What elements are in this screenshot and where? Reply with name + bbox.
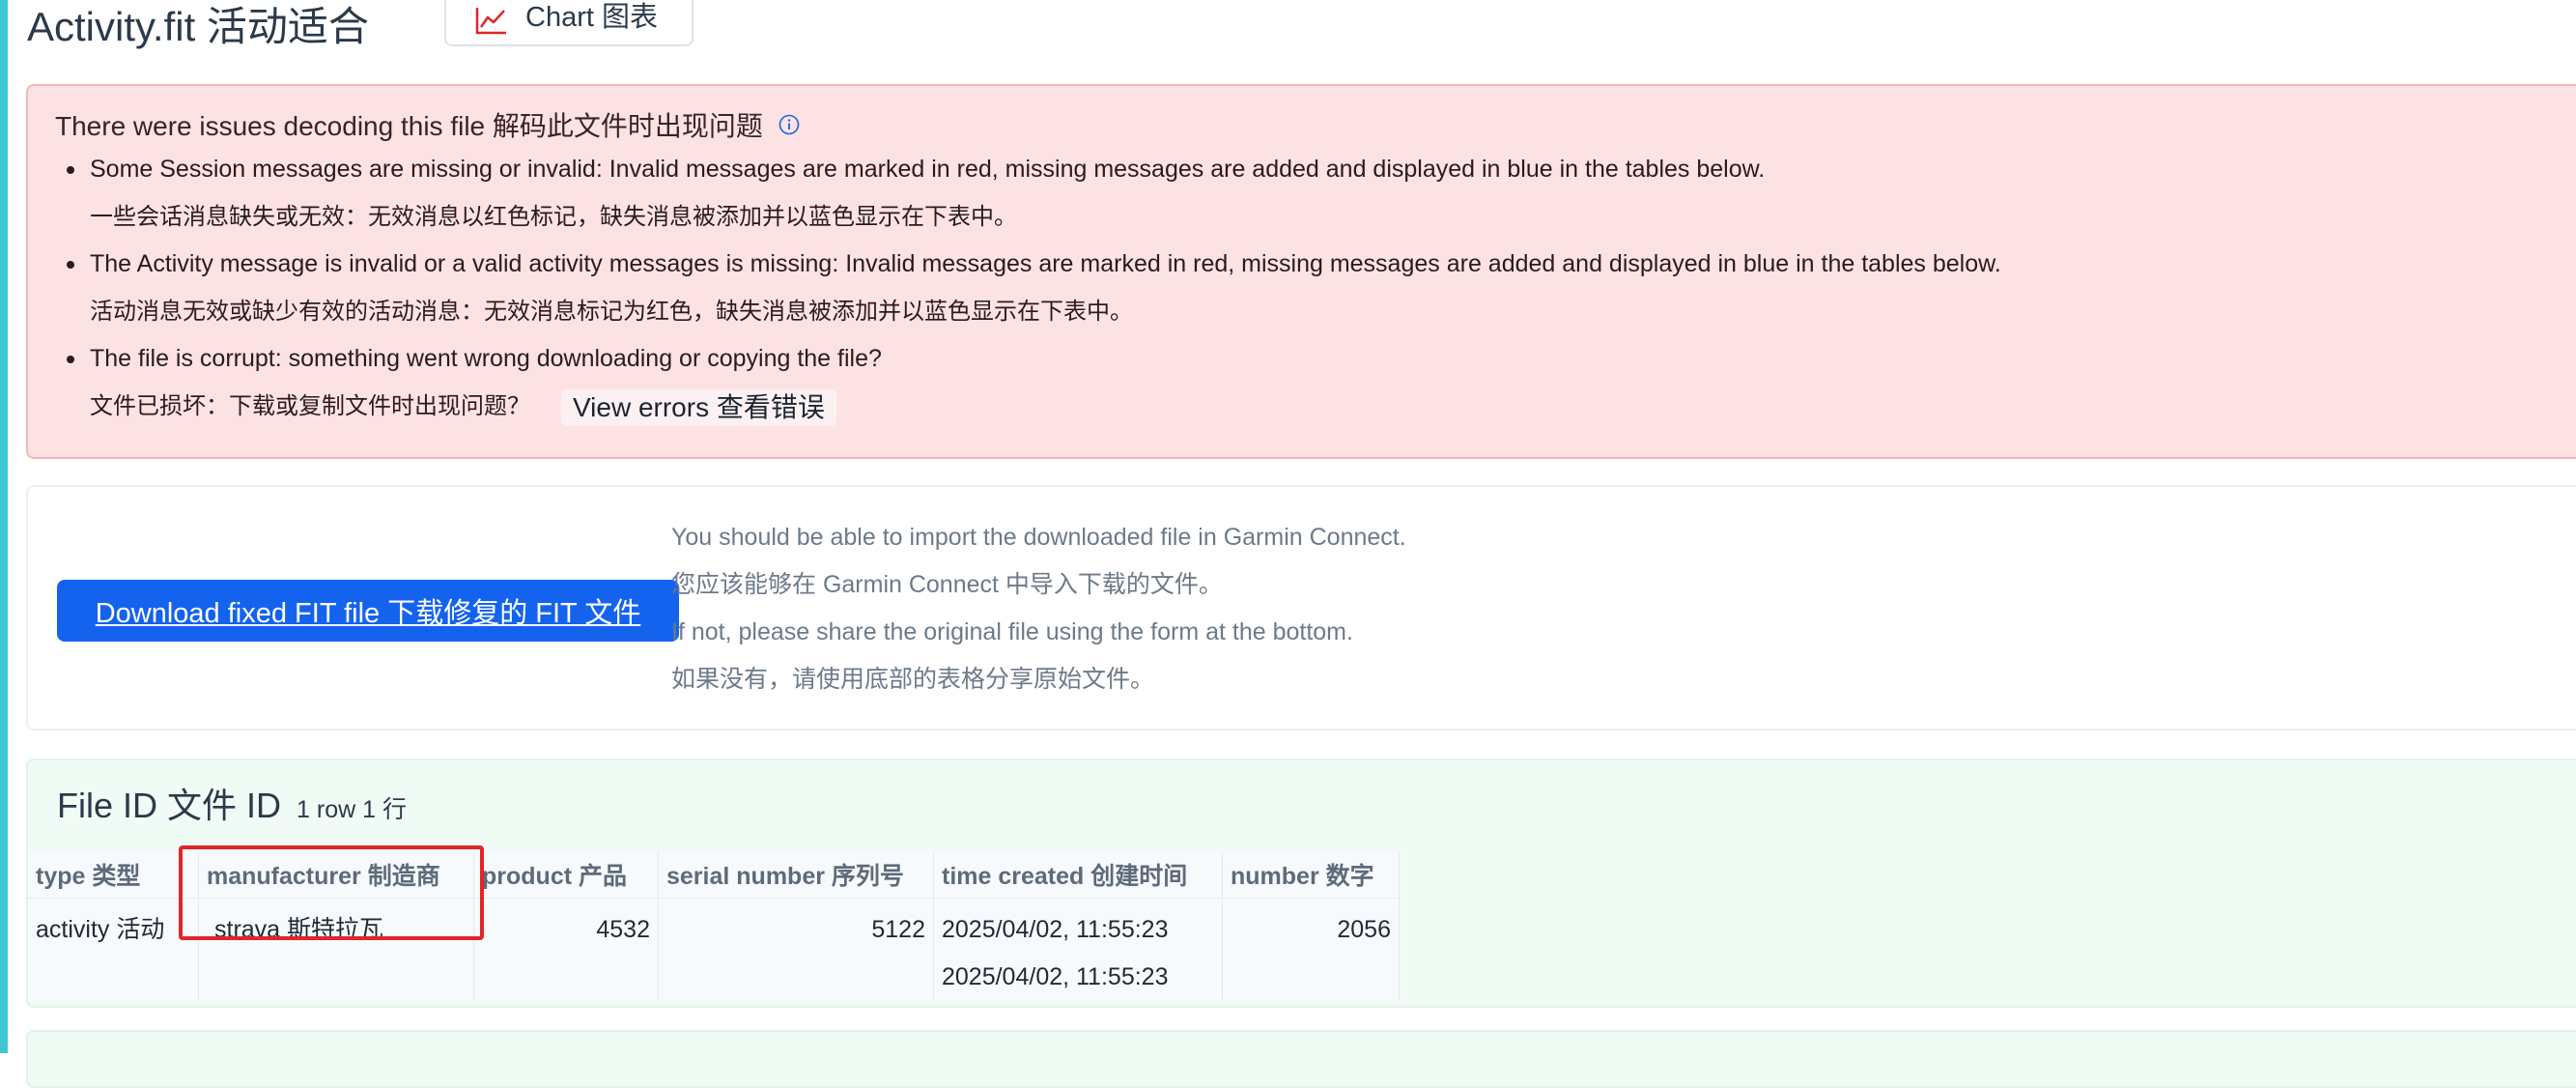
left-accent-stripe: [0, 0, 8, 1053]
issue-translation: 文件已损坏：下载或复制文件时出现问题？ View errors 查看错误: [90, 383, 2001, 430]
alert-heading-text: There were issues decoding this file 解码此…: [55, 111, 763, 141]
alert-heading: There were issues decoding this file 解码此…: [55, 105, 800, 144]
time-created-value: 2025/04/02, 11:55:23: [942, 916, 1169, 943]
issue-translation-text: 文件已损坏：下载或复制文件时出现问题？: [90, 393, 530, 419]
table-header-row: type 类型 manufacturer 制造商 product 产品 seri…: [28, 851, 1400, 899]
cell-manufacturer: strava 斯特拉瓦: [198, 898, 474, 1001]
download-info-line: 如果没有，请使用底部的表格分享原始文件。: [671, 666, 1155, 693]
cell-serial-number: 5122: [658, 898, 934, 1001]
issue-text: Some Session messages are missing or inv…: [90, 156, 1766, 183]
next-section-card: [26, 1030, 2576, 1088]
cell-type: activity 活动: [28, 898, 199, 1001]
file-id-section: File ID 文件 ID 1 row 1 行 type 类型 manufactu…: [26, 759, 2576, 1008]
issue-translation: 活动消息无效或缺少有效的活动消息：无效消息标记为红色，缺失消息被添加并以蓝色显示…: [90, 299, 1133, 325]
issue-list: Some Session messages are missing or inv…: [55, 146, 2001, 430]
line-chart-icon: [475, 8, 506, 35]
cell-number: 2056: [1222, 898, 1400, 1001]
chart-button[interactable]: Chart 图表: [444, 0, 694, 46]
download-info: You should be able to import the downloa…: [671, 514, 1406, 703]
column-header-manufacturer[interactable]: manufacturer 制造商: [198, 851, 474, 899]
download-info-line: You should be able to import the downloa…: [671, 524, 1406, 551]
issue-translation: 一些会话消息缺失或无效：无效消息以红色标记，缺失消息被添加并以蓝色显示在下表中。: [90, 204, 1017, 230]
download-info-line: If not, please share the original file u…: [671, 618, 1353, 645]
file-id-title: File ID 文件 ID 1 row 1 行: [57, 778, 407, 828]
download-card: Download fixed FIT file 下载修复的 FIT 文件 You…: [26, 485, 2576, 730]
page-title: Activity.fit 活动适合: [27, 4, 369, 49]
info-circle-icon[interactable]: [778, 114, 800, 135]
section-title: File ID 文件 ID: [57, 786, 282, 825]
issue-item: The Activity message is invalid or a val…: [55, 241, 2001, 335]
view-errors-button[interactable]: View errors 查看错误: [561, 388, 836, 426]
column-header-type[interactable]: type 类型: [28, 851, 199, 899]
decode-issues-alert: There were issues decoding this file 解码此…: [26, 84, 2576, 459]
download-info-line: 您应该能够在 Garmin Connect 中导入下载的文件。: [671, 571, 1223, 598]
issue-text: The Activity message is invalid or a val…: [90, 250, 2001, 277]
row-count: 1 row 1 行: [297, 796, 407, 823]
cell-time-created: 2025/04/02, 11:55:23 2025/04/02, 11:55:2…: [933, 898, 1223, 1001]
issue-item: Some Session messages are missing or inv…: [55, 146, 2001, 241]
column-header-time-created[interactable]: time created 创建时间: [933, 851, 1223, 899]
table-row: activity 活动 strava 斯特拉瓦 4532 5122 2025/0…: [28, 898, 1400, 1001]
chart-button-label: Chart 图表: [525, 2, 658, 33]
file-id-table: type 类型 manufacturer 制造商 product 产品 seri…: [28, 851, 1400, 1001]
cell-product: 4532: [473, 898, 659, 1001]
column-header-serial-number[interactable]: serial number 序列号: [658, 851, 934, 899]
issue-item: The file is corrupt: something went wron…: [55, 335, 2001, 430]
time-created-value-alt: 2025/04/02, 11:55:23: [942, 963, 1169, 990]
column-header-product[interactable]: product 产品: [473, 851, 659, 899]
column-header-number[interactable]: number 数字: [1222, 851, 1400, 899]
issue-text: The file is corrupt: something went wron…: [90, 345, 882, 372]
download-fixed-fit-button[interactable]: Download fixed FIT file 下载修复的 FIT 文件: [57, 580, 679, 642]
